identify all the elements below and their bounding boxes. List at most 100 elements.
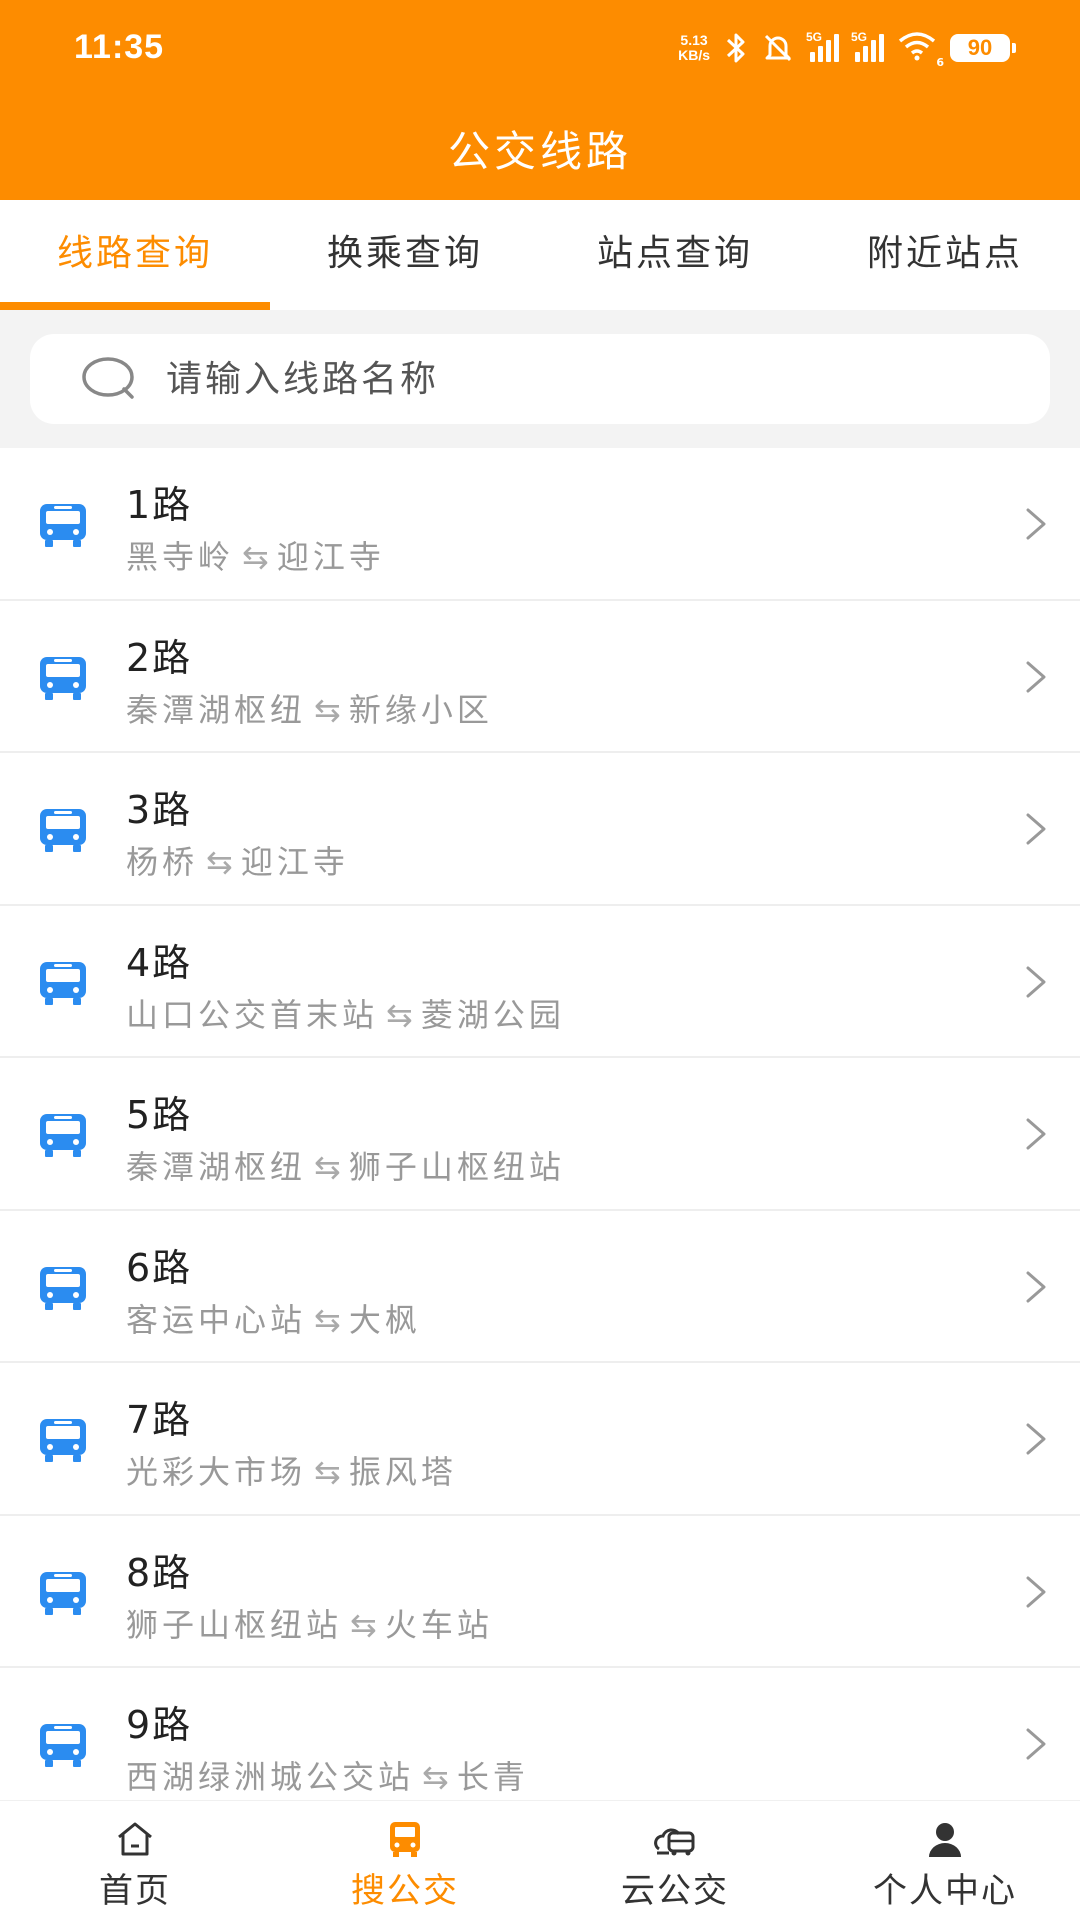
chevron-right-icon <box>1026 1271 1046 1302</box>
network-speed-value: 5.13 <box>680 32 708 48</box>
route-name: 5路 <box>126 1093 193 1137</box>
route-row[interactable]: 6路 客运中心站 ⇆ 大枫 <box>0 1210 1080 1363</box>
nav-home-label: 首页 <box>99 1871 171 1911</box>
route-row[interactable]: 4路山口公交首末站 ⇆ 菱湖公园 <box>0 905 1080 1058</box>
route-destination: 迎江寺 <box>240 843 349 881</box>
route-destination: 狮子山枢纽站 <box>348 1148 565 1186</box>
chevron-right-icon <box>1026 1728 1046 1760</box>
app-header: 11:35 5.13 KB/s 5G 5G 6 90 公交线路 <box>0 0 1080 200</box>
route-list: 1路 黑寺岭 ⇆ 迎江寺 2路 秦潭湖枢纽 ⇆ 新缘小区 3路 杨桥 ⇆ 迎江寺 4路 山口公交首末站 ⇆ 菱… <box>0 448 1080 1821</box>
bus-icon <box>40 1571 86 1615</box>
cloud-bus-icon <box>654 1828 695 1856</box>
mute-bell-icon <box>764 34 792 62</box>
route-name: 8路 <box>126 1550 193 1595</box>
tab-transfer-query[interactable]: 换乘查询 <box>270 200 540 310</box>
nav-profile[interactable]: 个人中心 <box>810 1801 1080 1920</box>
tab-nearby-stops[interactable]: 附近站点 <box>810 200 1080 310</box>
route-origin: 黑寺岭 <box>126 538 235 576</box>
route-endpoints: 狮子山枢纽站 ⇆ 火车站 <box>126 1600 493 1646</box>
route-name: 9路 <box>126 1703 193 1747</box>
route-destination: 长青 <box>456 1758 529 1796</box>
route-origin: 杨桥 <box>126 843 199 881</box>
chevron-right-icon <box>1026 661 1046 692</box>
bus-icon <box>40 504 86 547</box>
swap-arrows-icon: ⇆ <box>350 1605 377 1644</box>
swap-arrows-icon: ⇆ <box>422 1758 449 1796</box>
bus-icon <box>40 1419 86 1462</box>
tab-stop-query[interactable]: 站点查询 <box>540 200 810 310</box>
route-row[interactable]: 3路杨桥 ⇆ 迎江寺 <box>0 753 1080 906</box>
route-name: 2路 <box>126 635 193 680</box>
nav-search-bus-label: 搜公交 <box>351 1871 459 1911</box>
route-row[interactable]: 7路光彩大市场 ⇆ 振风塔 <box>0 1363 1080 1516</box>
route-origin: 客运中心站 <box>126 1300 307 1339</box>
tab-bar: 线路查询 换乘查询 站点查询 附近站点 <box>0 200 1080 310</box>
bus-icon <box>40 809 86 852</box>
nav-cloud-bus[interactable]: 云公交 <box>540 1801 810 1920</box>
route-endpoints: 秦潭湖枢纽 ⇆ 狮子山枢纽站 <box>126 1142 565 1188</box>
tab-route-query[interactable]: 线路查询 <box>0 200 270 310</box>
status-time: 11:35 <box>74 28 165 66</box>
swap-arrows-icon: ⇆ <box>314 1300 341 1339</box>
route-destination: 大枫 <box>348 1300 421 1339</box>
network-speed: 5.13 KB/s <box>678 33 710 63</box>
network-speed-unit: KB/s <box>678 47 710 63</box>
bus-icon <box>40 1114 86 1157</box>
search-icon <box>82 357 134 399</box>
route-origin: 西湖绿洲城公交站 <box>126 1758 415 1796</box>
nav-home[interactable]: 首页 <box>0 1801 270 1920</box>
search-box[interactable] <box>30 334 1050 424</box>
bus-icon <box>40 961 86 1005</box>
chevron-right-icon <box>1026 1118 1046 1150</box>
search-section <box>0 310 1080 448</box>
bus-icon <box>40 1724 86 1767</box>
route-origin: 秦潭湖枢纽 <box>126 1148 307 1186</box>
route-name: 7路 <box>126 1398 193 1442</box>
route-destination: 振风塔 <box>348 1453 457 1491</box>
nav-search-bus[interactable]: 搜公交 <box>270 1801 540 1920</box>
route-name: 4路 <box>126 940 193 985</box>
nav-cloud-bus-label: 云公交 <box>621 1871 729 1911</box>
route-name: 1路 <box>126 483 193 527</box>
route-endpoints: 光彩大市场 ⇆ 振风塔 <box>126 1447 457 1493</box>
swap-arrows-icon: ⇆ <box>242 538 269 576</box>
swap-arrows-icon: ⇆ <box>314 690 341 729</box>
swap-arrows-icon: ⇆ <box>206 843 233 881</box>
bus-icon <box>390 1822 420 1857</box>
route-endpoints: 黑寺岭 ⇆ 迎江寺 <box>126 532 385 578</box>
route-origin: 秦潭湖枢纽 <box>126 690 307 729</box>
route-destination: 菱湖公园 <box>420 995 565 1034</box>
status-bar: 11:35 5.13 KB/s 5G 5G 6 90 <box>0 0 1080 100</box>
route-row[interactable]: 5路秦潭湖枢纽 ⇆ 狮子山枢纽站 <box>0 1058 1080 1211</box>
route-origin: 狮子山枢纽站 <box>126 1605 343 1644</box>
route-origin: 光彩大市场 <box>126 1453 307 1491</box>
route-destination: 火车站 <box>384 1605 493 1644</box>
page-title: 公交线路 <box>447 127 632 176</box>
user-icon <box>929 1823 961 1857</box>
route-destination: 新缘小区 <box>348 690 493 729</box>
wifi-sub-label: 6 <box>936 56 944 69</box>
battery-indicator: 90 <box>950 34 1016 62</box>
route-endpoints: 山口公交首末站 ⇆ 菱湖公园 <box>126 990 565 1036</box>
chevron-right-icon <box>1026 1423 1046 1455</box>
signal-5g-icon-2: 5G <box>851 30 884 62</box>
route-row[interactable]: 9路西湖绿洲城公交站 ⇆ 长青 <box>0 1668 1080 1821</box>
route-row[interactable]: 8路狮子山枢纽站 ⇆ 火车站 <box>0 1515 1080 1668</box>
status-icons: 5.13 KB/s 5G 5G 6 90 <box>678 26 1016 70</box>
home-icon <box>118 1822 152 1856</box>
route-endpoints: 秦潭湖枢纽 ⇆ 新缘小区 <box>126 685 493 731</box>
bottom-nav: 首页 搜公交 云公交 个人中心 <box>0 1800 1080 1920</box>
swap-arrows-icon: ⇆ <box>314 1148 341 1186</box>
route-row[interactable]: 2路秦潭湖枢纽 ⇆ 新缘小区 <box>0 600 1080 753</box>
route-origin: 山口公交首末站 <box>126 995 379 1034</box>
search-input[interactable] <box>166 358 966 400</box>
chevron-right-icon <box>1026 508 1046 540</box>
route-name: 3路 <box>126 788 193 832</box>
signal-5g-icon: 5G <box>806 30 839 62</box>
route-endpoints: 客运中心站 ⇆ 大枫 <box>126 1295 421 1341</box>
route-row[interactable]: 1路黑寺岭 ⇆ 迎江寺 <box>0 448 1080 601</box>
wifi-icon: 6 <box>898 31 944 69</box>
bus-icon <box>40 1266 86 1310</box>
bluetooth-icon <box>726 33 745 63</box>
swap-arrows-icon: ⇆ <box>314 1453 341 1491</box>
